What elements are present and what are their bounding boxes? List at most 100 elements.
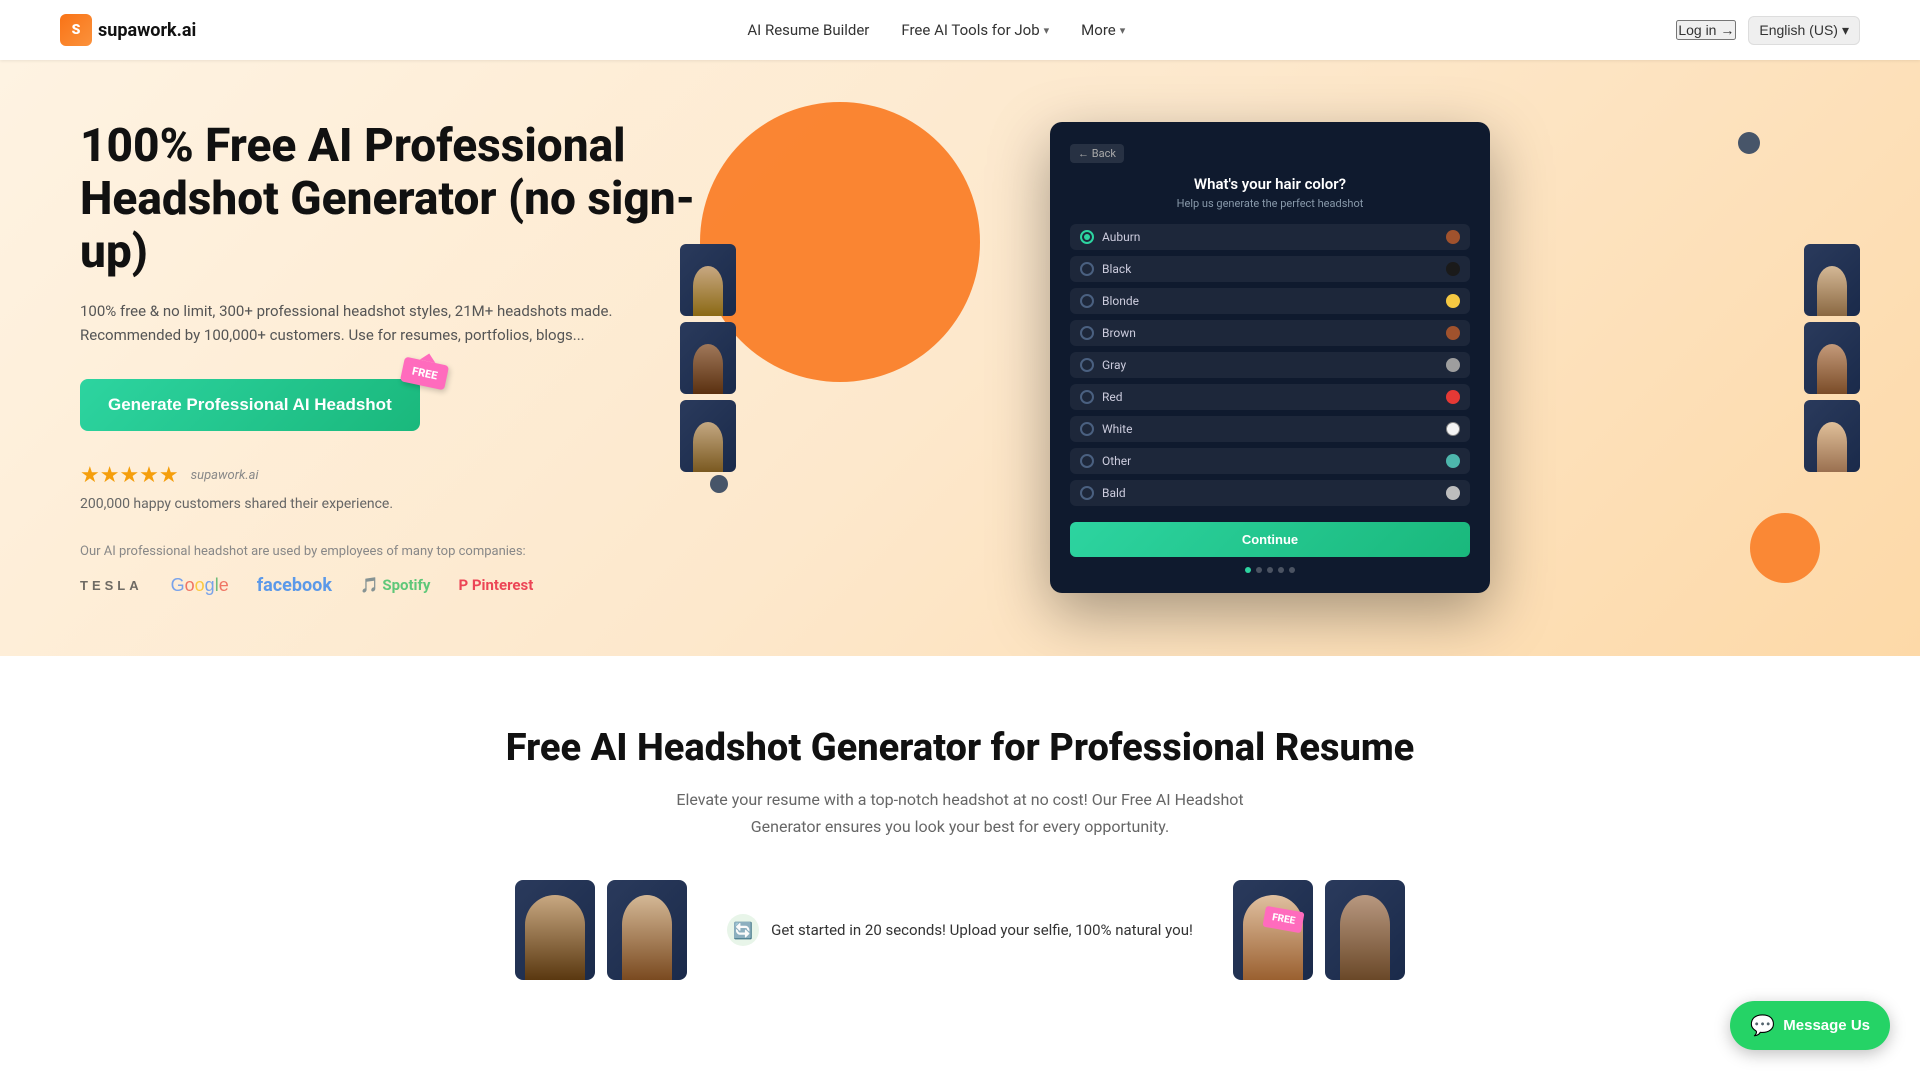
radio-button [1080,358,1094,372]
color-swatch [1446,422,1460,436]
hair-option-bald[interactable]: Bald [1070,480,1470,506]
chevron-down-icon: ▾ [1120,24,1126,37]
progress-indicator [1070,567,1470,573]
hair-option-auburn[interactable]: Auburn [1070,224,1470,250]
logo-icon: S [60,14,92,46]
sample-image [607,880,687,980]
nav-links: AI Resume Builder Free AI Tools for Job … [747,21,1125,39]
mockup-help-text: Help us generate the perfect headshot [1070,197,1470,210]
radio-button [1080,454,1094,468]
sample-images-right: FREE [1233,880,1405,980]
section2-title: Free AI Headshot Generator for Professio… [80,726,1840,770]
login-button[interactable]: Log in → [1676,20,1736,40]
color-swatch [1446,294,1460,308]
radio-button [1080,326,1094,340]
radio-button [1080,422,1094,436]
hair-option-black[interactable]: Black [1070,256,1470,282]
section2: Free AI Headshot Generator for Professio… [0,656,1920,1050]
hero-subtitle: 100% free & no limit, 300+ professional … [80,299,700,347]
sample-images [515,880,687,980]
portrait-thumbnail [1804,244,1860,316]
hair-option-white[interactable]: White [1070,416,1470,442]
portrait-thumbnail [680,400,736,472]
decorative-dot-top [1738,132,1760,154]
cta-wrapper: Generate Professional AI Headshot FREE [80,379,420,431]
navbar: S supawork.ai AI Resume Builder Free AI … [0,0,1920,60]
continue-button[interactable]: Continue [1070,522,1470,557]
hair-option-label: Brown [1102,326,1136,340]
hero-content-left: 100% Free AI Professional Headshot Gener… [80,120,700,596]
section2-feature: 🔄 Get started in 20 seconds! Upload your… [727,914,1193,946]
hair-option-other[interactable]: Other [1070,448,1470,474]
star-rating: ★★★★★ [80,463,179,488]
hair-option-label: Auburn [1102,230,1140,244]
hair-option-gray[interactable]: Gray [1070,352,1470,378]
portrait-thumbnail [680,244,736,316]
portrait-thumbnail [1804,400,1860,472]
hero-section: 100% Free AI Professional Headshot Gener… [0,60,1920,656]
color-swatch [1446,486,1460,500]
stars-row: ★★★★★ supawork.ai [80,463,700,488]
generate-headshot-button[interactable]: Generate Professional AI Headshot [80,379,420,431]
radio-button [1080,486,1094,500]
mockup-question: What's your hair color? [1070,175,1470,193]
hair-option-label: Bald [1102,486,1126,500]
hair-option-red[interactable]: Red [1070,384,1470,410]
hero-content-right: ← Back What's your hair color? Help us g… [700,122,1840,593]
color-swatch [1446,230,1460,244]
feature-text: Get started in 20 seconds! Upload your s… [771,921,1193,939]
radio-button [1080,262,1094,276]
decorative-dot-bottom [710,475,728,493]
back-button[interactable]: ← Back [1070,144,1124,163]
color-swatch [1446,358,1460,372]
logo[interactable]: S supawork.ai [60,14,196,46]
nav-more[interactable]: More ▾ [1081,21,1125,39]
nav-free-tools[interactable]: Free AI Tools for Job ▾ [901,21,1049,39]
progress-dot [1245,567,1251,573]
hair-option-label: Gray [1102,358,1126,372]
message-us-button[interactable]: 💬 Message Us [1730,1001,1890,1050]
hero-title: 100% Free AI Professional Headshot Gener… [80,120,700,279]
color-swatch [1446,262,1460,276]
portraits-right [1804,244,1860,472]
hair-option-blonde[interactable]: Blonde [1070,288,1470,314]
tesla-logo: TESLA [80,578,143,593]
sample-image [1325,880,1405,980]
chevron-down-icon: ▾ [1842,22,1849,39]
hair-option-label: Black [1102,262,1131,276]
brand-label: supawork.ai [191,468,259,483]
progress-dot [1289,567,1295,573]
portraits-left [680,244,736,472]
google-logo: Google [171,575,229,596]
sample-image: FREE [1233,880,1313,980]
progress-dot [1256,567,1262,573]
progress-dot [1278,567,1284,573]
hair-option-label: White [1102,422,1132,436]
hair-options-list: Auburn Black Blonde [1070,224,1470,506]
color-swatch [1446,326,1460,340]
facebook-logo: facebook [257,575,332,596]
message-us-label: Message Us [1783,1017,1870,1034]
whatsapp-icon: 💬 [1750,1013,1775,1038]
spotify-logo: 🎵 Spotify [360,576,431,594]
companies-logos: TESLA Google facebook 🎵 Spotify P Pinter… [80,575,700,596]
companies-intro: Our AI professional headshot are used by… [80,544,700,559]
nav-ai-resume[interactable]: AI Resume Builder [747,21,869,39]
hair-option-brown[interactable]: Brown [1070,320,1470,346]
hair-option-label: Red [1102,390,1123,404]
decorative-circle-large [700,102,980,382]
portrait-thumbnail [1804,322,1860,394]
pinterest-logo: P Pinterest [458,576,533,594]
language-selector[interactable]: English (US) ▾ [1748,16,1860,45]
section2-content: 🔄 Get started in 20 seconds! Upload your… [80,880,1840,980]
radio-button [1080,230,1094,244]
progress-dot [1267,567,1273,573]
logo-text: supawork.ai [98,20,196,41]
hair-option-label: Blonde [1102,294,1139,308]
navbar-right: Log in → English (US) ▾ [1676,16,1860,45]
feature-icon: 🔄 [727,914,759,946]
decorative-circle-small [1750,513,1820,583]
sample-image [515,880,595,980]
section2-subtitle: Elevate your resume with a top-notch hea… [660,786,1260,840]
hair-color-mockup: ← Back What's your hair color? Help us g… [1050,122,1490,593]
